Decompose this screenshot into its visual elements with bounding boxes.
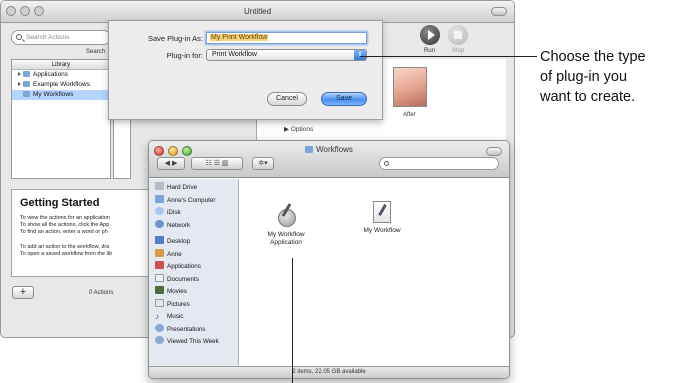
toolbar-toggle-button[interactable]: [486, 147, 502, 156]
help-line: [12, 237, 148, 244]
finder-status-bar: 2 items, 22.05 GB available: [149, 366, 509, 378]
sidebar-item-presentations[interactable]: Presentations: [149, 323, 238, 337]
idisk-icon: [155, 207, 164, 215]
getting-started-panel: Getting Started To view the actions for …: [11, 189, 149, 277]
library-header: Library: [12, 60, 110, 70]
options-disclosure[interactable]: ▶ Options: [284, 125, 313, 133]
sidebar-item-hard-drive[interactable]: Hard Drive: [149, 182, 238, 195]
finder-sidebar: Hard Drive Anne's Computer iDisk Network…: [149, 179, 239, 368]
after-label: After: [403, 112, 416, 118]
search-icon: [384, 161, 389, 166]
search-icon: [16, 34, 22, 40]
computer-icon: [155, 194, 164, 203]
documents-icon: [155, 273, 164, 282]
stop-label: Stop: [452, 48, 465, 54]
library-item-my-workflows[interactable]: My Workflows: [12, 90, 110, 100]
run-button[interactable]: [420, 25, 440, 45]
applications-icon: [155, 261, 164, 269]
run-label: Run: [424, 48, 436, 54]
finder-search-input[interactable]: [379, 157, 499, 170]
save-button[interactable]: Save: [321, 92, 367, 106]
sidebar-item-home[interactable]: Anne: [149, 248, 238, 262]
file-my-workflow[interactable]: My Workflow: [354, 201, 410, 235]
disclosure-triangle-icon[interactable]: [18, 82, 21, 86]
toolbar-toggle-button[interactable]: [491, 7, 507, 16]
search-actions-input[interactable]: Search Actions: [11, 30, 111, 45]
folder-icon: [305, 146, 314, 153]
sidebar-item-music[interactable]: ♪ Music: [149, 311, 238, 324]
music-icon: ♪: [155, 312, 159, 321]
close-button[interactable]: [6, 6, 16, 16]
movies-icon: [155, 286, 164, 294]
finder-window: Workflows ◀ ▶ ☷ ☰ ▥ ✲▾ Hard Drive Anne's…: [148, 140, 510, 379]
pictures-icon: [155, 298, 164, 307]
file-my-workflow-application[interactable]: My Workflow Application: [258, 203, 314, 247]
save-plugin-sheet: Save Plug-in As: My Print Workflow Plug-…: [108, 20, 383, 120]
pointer-leader-line: [292, 258, 293, 383]
hard-drive-icon: [155, 182, 164, 190]
view-mode-buttons[interactable]: ☷ ☰ ▥: [191, 157, 243, 170]
workflow-application-icon: [275, 203, 297, 227]
back-forward-buttons[interactable]: ◀ ▶: [157, 157, 185, 170]
folder-icon: [23, 81, 30, 87]
smart-folder-icon: [155, 336, 164, 344]
search-caption: Search: [86, 49, 106, 55]
getting-started-title: Getting Started: [20, 197, 100, 209]
add-button[interactable]: +: [12, 286, 34, 299]
library-item-applications[interactable]: Applications: [12, 70, 110, 80]
callout-text: Choose the type of plug-in you want to c…: [540, 49, 646, 105]
desktop-icon: [155, 236, 164, 244]
minimize-button[interactable]: [20, 6, 30, 16]
sidebar-item-desktop[interactable]: Desktop: [149, 236, 238, 249]
help-line: To view the actions for an application: [20, 215, 110, 221]
sidebar-item-movies[interactable]: Movies: [149, 286, 238, 299]
save-as-label: Save Plug-in As:: [147, 34, 203, 43]
plugin-for-label: Plug-in for:: [166, 51, 203, 60]
after-image-thumbnail: [393, 67, 427, 107]
help-line: To open a saved workflow from the lib: [20, 251, 113, 258]
sidebar-item-viewed-this-week[interactable]: Viewed This Week: [149, 336, 238, 349]
sidebar-item-documents[interactable]: Documents: [149, 273, 238, 287]
help-line: To show all the actions, click the App: [20, 222, 110, 229]
help-line: To find an action, enter a word or ph: [20, 229, 108, 236]
chevron-updown-icon: ⇕: [354, 50, 366, 60]
sidebar-item-applications[interactable]: Applications: [149, 261, 238, 274]
sidebar-item-computer[interactable]: Anne's Computer: [149, 194, 238, 208]
zoom-button[interactable]: [34, 6, 44, 16]
callout-leader-line: [360, 56, 537, 57]
finder-title: Workflows: [149, 145, 509, 154]
sidebar-item-idisk[interactable]: iDisk: [149, 207, 238, 220]
smart-folder-icon: [155, 323, 164, 332]
library-list: Library Applications Example Workflows M…: [11, 59, 111, 179]
finder-content: My Workflow Application My Workflow: [240, 179, 509, 368]
save-as-field[interactable]: My Print Workflow: [206, 32, 367, 44]
workflow-document-icon: [373, 201, 391, 223]
stop-button[interactable]: [448, 25, 468, 45]
window-title: Untitled: [243, 7, 272, 16]
plugin-for-select[interactable]: Print Workflow ⇕: [206, 49, 367, 61]
sidebar-item-network[interactable]: Network: [149, 219, 238, 233]
home-icon: [155, 248, 164, 257]
window-controls: [6, 6, 44, 16]
library-item-example-workflows[interactable]: Example Workflows: [12, 80, 110, 90]
help-line: To add an action to the workflow, dra: [20, 243, 110, 250]
disclosure-triangle-icon[interactable]: [18, 72, 21, 76]
folder-icon: [23, 71, 30, 77]
actions-count: 0 Actions: [89, 290, 114, 296]
finder-toolbar: Workflows ◀ ▶ ☷ ☰ ▥ ✲▾: [149, 141, 509, 178]
network-icon: [155, 219, 164, 228]
cancel-button[interactable]: Cancel: [267, 92, 307, 106]
folder-icon: [23, 91, 30, 97]
action-menu-button[interactable]: ✲▾: [252, 157, 274, 170]
sidebar-item-pictures[interactable]: Pictures: [149, 298, 238, 312]
